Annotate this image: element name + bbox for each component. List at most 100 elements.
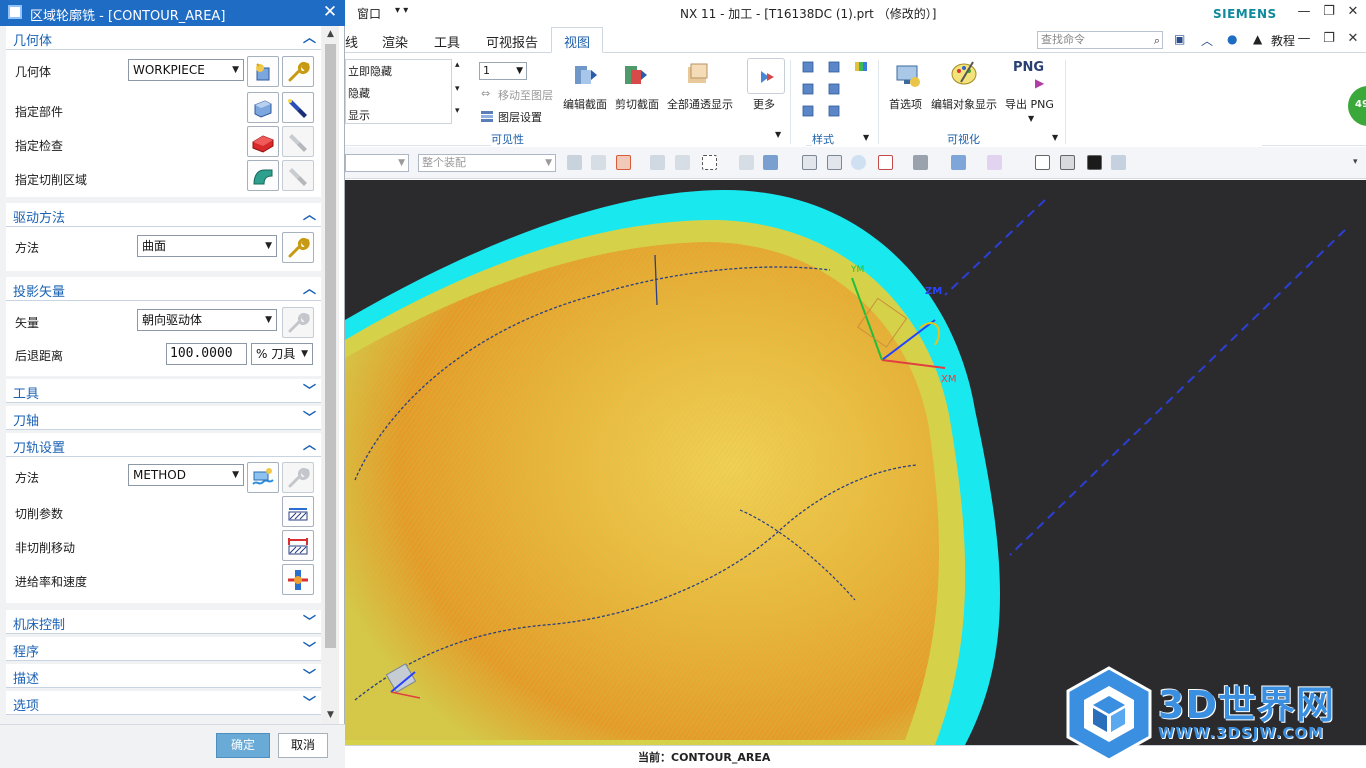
more-dropdown-icon[interactable]: ▼	[775, 130, 781, 139]
new-method-button[interactable]	[247, 462, 279, 493]
background-black-icon[interactable]	[1087, 155, 1102, 170]
graduation-cap-icon[interactable]: ▲	[1253, 32, 1262, 46]
fit-view-icon[interactable]	[802, 155, 817, 170]
show-all-through-icon[interactable]	[685, 62, 711, 88]
hide-immediately-item[interactable]: 立即隐藏	[348, 63, 392, 79]
collapse-chevron-up-icon[interactable]: ︿	[303, 434, 316, 453]
retract-distance-input[interactable]: 100.0000	[166, 343, 247, 365]
deselect-icon[interactable]	[739, 155, 754, 170]
collapse-chevron-up-icon[interactable]: ︿	[303, 204, 316, 223]
orient-view-icon[interactable]	[878, 155, 893, 170]
expand-chevron-down-icon[interactable]: ﹀	[303, 665, 316, 684]
snap-point-icon[interactable]	[567, 155, 582, 170]
expand-chevron-down-icon[interactable]: ﹀	[303, 380, 316, 399]
search-icon[interactable]: ⌕	[1154, 33, 1160, 49]
doc-restore-icon[interactable]: ❐	[1318, 30, 1340, 48]
group-program-header[interactable]: 程序 ﹀	[6, 637, 321, 661]
chevron-up-icon[interactable]: ︿	[1201, 32, 1213, 49]
edit-object-display-icon[interactable]	[949, 58, 981, 90]
zoom-icon[interactable]	[827, 155, 842, 170]
group-program[interactable]: 程序 ﹀	[6, 637, 321, 661]
close-window-icon[interactable]: ✕	[1342, 3, 1364, 21]
work-layer-select[interactable]: 1 ▼	[479, 62, 527, 80]
collapse-chevron-up-icon[interactable]: ︿	[303, 278, 316, 297]
graphics-viewport[interactable]: ZM YM XM	[345, 180, 1366, 745]
edit-geometry-button[interactable]	[282, 56, 314, 87]
background-white-icon[interactable]	[1035, 155, 1050, 170]
edit-method-button[interactable]	[282, 462, 314, 493]
group-tool-axis[interactable]: 刀轴 ﹀	[6, 406, 321, 430]
collapse-chevron-up-icon[interactable]: ︿	[303, 27, 316, 46]
rotate-icon[interactable]	[851, 155, 866, 170]
group-options-header[interactable]: 选项 ﹀	[6, 691, 321, 715]
group-tool[interactable]: 工具 ﹀	[6, 379, 321, 403]
clip-section-button[interactable]: 剪切截面	[615, 96, 659, 112]
non-cutting-moves-button[interactable]	[282, 530, 314, 561]
scroll-up-icon[interactable]: ▲	[322, 26, 339, 43]
expand-chevron-down-icon[interactable]: ﹀	[303, 638, 316, 657]
group-tool-header[interactable]: 工具 ﹀	[6, 379, 321, 403]
show-check-button[interactable]	[282, 126, 314, 157]
show-cut-area-button[interactable]	[282, 160, 314, 191]
group-options[interactable]: 选项 ﹀	[6, 691, 321, 715]
ok-button[interactable]: 确定	[216, 733, 270, 758]
path-method-select[interactable]: METHOD ▼	[128, 464, 244, 486]
cancel-button[interactable]: 取消	[278, 733, 328, 758]
more-label[interactable]: 更多	[753, 96, 775, 112]
rectangle-select-icon[interactable]	[702, 155, 717, 170]
show-all-through-button[interactable]: 全部通透显示	[667, 96, 733, 112]
type-filter-select[interactable]: ▼	[345, 154, 409, 172]
command-search-input[interactable]: 查找命令 ⌕	[1037, 31, 1163, 49]
edit-section-icon[interactable]	[572, 62, 598, 88]
tab-view[interactable]: 视图	[551, 27, 604, 53]
customize-menu-dropdown-icon[interactable]: ▾ ▾	[395, 5, 408, 16]
assembly-scope-select[interactable]: 整个装配 ▼	[418, 154, 556, 172]
geometry-select[interactable]: WORKPIECE ▼	[128, 59, 244, 81]
expand-chevron-down-icon[interactable]: ﹀	[303, 407, 316, 426]
retract-unit-select[interactable]: % 刀具 ▼	[251, 343, 313, 365]
window-frame-icon[interactable]: ▣	[1174, 32, 1185, 46]
group-projection-vector-header[interactable]: 投影矢量 ︿	[6, 277, 321, 301]
preferences-icon[interactable]	[893, 60, 923, 90]
feeds-speeds-button[interactable]	[282, 564, 314, 595]
doc-close-icon[interactable]: ✕	[1342, 30, 1364, 48]
list-scroll-down-icon[interactable]: ▾	[455, 84, 460, 94]
expand-chevron-down-icon[interactable]: ﹀	[303, 692, 316, 711]
vector-select[interactable]: 朝向驱动体 ▼	[137, 309, 277, 331]
style-dropdown-icon[interactable]: ▼	[863, 133, 869, 142]
clip-section-icon[interactable]	[622, 62, 648, 88]
tab-line[interactable]: 线	[345, 32, 358, 51]
close-icon[interactable]: ✕	[320, 2, 340, 22]
specify-check-button[interactable]	[247, 126, 279, 157]
scrollbar-thumb[interactable]	[325, 44, 336, 648]
cut-params-button[interactable]	[282, 496, 314, 527]
snap-point-on-icon[interactable]	[650, 155, 665, 170]
show-item[interactable]: 显示	[348, 107, 370, 123]
tab-visual-report[interactable]: 可视报告	[486, 32, 538, 51]
visibility-list[interactable]: 立即隐藏 隐藏 显示	[345, 59, 452, 124]
scroll-down-icon[interactable]: ▼	[322, 707, 339, 724]
select-filter-icon[interactable]	[616, 155, 631, 170]
new-geometry-button[interactable]	[247, 56, 279, 87]
tab-render[interactable]: 渲染	[382, 32, 408, 51]
visualization-dropdown-icon[interactable]: ▼	[1052, 133, 1058, 142]
layer-settings-button[interactable]: 图层设置	[498, 109, 542, 125]
tab-tools[interactable]: 工具	[434, 32, 460, 51]
export-png-button[interactable]: 导出 PNG	[1005, 96, 1054, 112]
hide-item[interactable]: 隐藏	[348, 85, 370, 101]
visual-effects-icon[interactable]	[987, 155, 1002, 170]
doc-minimize-icon[interactable]: —	[1293, 30, 1315, 48]
background-gray-icon[interactable]	[1060, 155, 1075, 170]
move-to-layer-button[interactable]: 移动至图层	[498, 87, 553, 103]
group-machine-control[interactable]: 机床控制 ﹀	[6, 610, 321, 634]
group-tool-axis-header[interactable]: 刀轴 ﹀	[6, 406, 321, 430]
group-path-settings-header[interactable]: 刀轨设置 ︿	[6, 433, 321, 457]
group-description-header[interactable]: 描述 ﹀	[6, 664, 321, 688]
edit-object-display-button[interactable]: 编辑对象显示	[931, 96, 997, 112]
help-icon[interactable]: ●	[1227, 32, 1237, 46]
window-menu[interactable]: 窗口	[357, 5, 381, 22]
group-machine-control-header[interactable]: 机床控制 ﹀	[6, 610, 321, 634]
specify-part-button[interactable]	[247, 92, 279, 123]
list-scroll-up-icon[interactable]: ▴	[455, 60, 460, 70]
more-button[interactable]	[747, 58, 785, 94]
